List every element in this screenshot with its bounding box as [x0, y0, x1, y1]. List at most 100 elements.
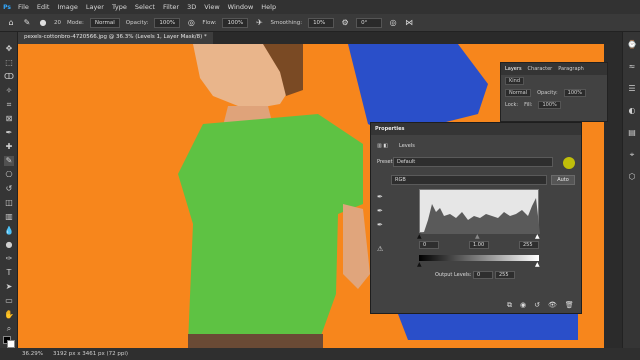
healing-brush-tool-icon[interactable]: ✚ — [4, 142, 14, 152]
marquee-tool-icon[interactable]: ⬚ — [4, 58, 14, 68]
eraser-tool-icon[interactable]: ◫ — [4, 198, 14, 208]
type-tool-icon[interactable]: T — [4, 268, 14, 278]
kind-filter-select[interactable]: Kind — [505, 77, 525, 85]
dodge-tool-icon[interactable]: ● — [4, 240, 14, 250]
auto-button[interactable]: Auto — [551, 175, 575, 185]
frame-tool-icon[interactable]: ⊠ — [4, 114, 14, 124]
menu-3d[interactable]: 3D — [183, 3, 200, 11]
white-point-eyedropper-icon[interactable]: ✒ — [377, 221, 385, 229]
options-bar: ⌂ ✎ ● 20 Mode: Normal Opacity: 100% ◎ Fl… — [0, 14, 640, 32]
channel-select[interactable]: RGB — [391, 175, 547, 185]
input-gamma-field[interactable]: 1.00 — [469, 241, 489, 249]
brush-size: 20 — [54, 19, 61, 26]
layers-lock-row: Lock: Fill: 100% — [501, 99, 607, 111]
menu-select[interactable]: Select — [131, 3, 159, 11]
tools-panel: ✥ ⬚ ↀ ✧ ⌗ ⊠ ✒ ✚ ✎ ⎔ ↺ ◫ ▥ 💧 ● ✑ T ➤ ▭ ✋ … — [0, 32, 18, 348]
fill-label: Fill: — [524, 102, 533, 108]
menu-edit[interactable]: Edit — [33, 3, 54, 11]
opacity-label: Opacity: — [125, 19, 149, 26]
zoom-tool-icon[interactable]: ⌕ — [4, 324, 14, 334]
tab-character[interactable]: Character — [528, 66, 553, 72]
path-select-tool-icon[interactable]: ➤ — [4, 282, 14, 292]
menu-type[interactable]: Type — [108, 3, 131, 11]
tab-paragraph[interactable]: Paragraph — [558, 66, 584, 72]
preset-select[interactable]: Default — [393, 157, 553, 167]
output-black-field[interactable]: 0 — [473, 271, 493, 279]
menu-window[interactable]: Window — [224, 3, 258, 11]
tab-layers[interactable]: Layers — [505, 66, 522, 72]
history-brush-tool-icon[interactable]: ↺ — [4, 184, 14, 194]
view-previous-icon[interactable]: ◉ — [520, 301, 526, 310]
shape-tool-icon[interactable]: ▭ — [4, 296, 14, 306]
gradient-tool-icon[interactable]: ▥ — [4, 212, 14, 222]
boy-arm — [343, 204, 370, 289]
clone-stamp-tool-icon[interactable]: ⎔ — [4, 170, 14, 180]
paths-icon[interactable]: ⌖ — [627, 150, 637, 160]
input-white-slider[interactable]: ▲ — [535, 233, 540, 240]
reset-icon[interactable]: ↺ — [534, 301, 540, 310]
output-white-field[interactable]: 255 — [495, 271, 515, 279]
blend-mode-select[interactable]: Normal — [505, 89, 532, 97]
properties-panel-icon[interactable]: ☰ — [627, 84, 637, 94]
history-icon[interactable]: ⌚ — [627, 40, 637, 50]
smoothing-field[interactable]: 10% — [308, 17, 335, 28]
menu-filter[interactable]: Filter — [159, 3, 183, 11]
output-white-slider[interactable]: ▲ — [535, 261, 540, 268]
gray-point-eyedropper-icon[interactable]: ✒ — [377, 207, 385, 215]
input-black-slider[interactable]: ▲ — [417, 233, 422, 240]
visibility-eye-icon[interactable]: 👁 — [548, 301, 557, 310]
document-dimensions: 3192 px x 3461 px (72 ppi) — [52, 351, 129, 357]
menu-layer[interactable]: Layer — [82, 3, 108, 11]
crop-tool-icon[interactable]: ⌗ — [4, 100, 14, 110]
opacity-field[interactable]: 100% — [154, 17, 181, 28]
mode-label: Mode: — [67, 19, 84, 26]
zoom-level[interactable]: 36.29% — [22, 351, 43, 357]
preset-label: Preset: — [377, 159, 395, 165]
eyedropper-tool-icon[interactable]: ✒ — [4, 128, 14, 138]
flow-field[interactable]: 100% — [222, 17, 249, 28]
mode-select[interactable]: Normal — [89, 17, 120, 28]
menu-help[interactable]: Help — [257, 3, 280, 11]
pressure-size-icon[interactable]: ◎ — [388, 18, 398, 28]
brush-settings-icon[interactable]: ≈ — [627, 62, 637, 72]
hand-tool-icon[interactable]: ✋ — [4, 310, 14, 320]
brush-tool-icon[interactable]: ✎ — [22, 18, 32, 28]
angle-field[interactable]: 0° — [356, 17, 383, 28]
menu-view[interactable]: View — [200, 3, 223, 11]
symmetry-icon[interactable]: ⋈ — [404, 18, 414, 28]
fill-field[interactable]: 100% — [538, 101, 561, 109]
input-black-field[interactable]: 0 — [419, 241, 439, 249]
document-tab[interactable]: pexels-cottonbro-4720566.jpg @ 36.3% (Le… — [18, 32, 213, 44]
background-color-swatch[interactable] — [7, 340, 15, 348]
layers-blend-row: Normal Opacity: 100% — [501, 87, 607, 99]
libraries-icon[interactable]: ▤ — [627, 128, 637, 138]
airbrush-icon[interactable]: ✈ — [254, 18, 264, 28]
brush-preset-icon[interactable]: ● — [38, 18, 48, 28]
input-white-field[interactable]: 255 — [519, 241, 539, 249]
pressure-opacity-icon[interactable]: ◎ — [186, 18, 196, 28]
brush-tool-icon[interactable]: ✎ — [4, 156, 14, 166]
output-black-slider[interactable]: ▲ — [417, 261, 422, 268]
delete-trash-icon[interactable]: 🗑 — [565, 301, 574, 310]
blur-tool-icon[interactable]: 💧 — [4, 226, 14, 236]
pen-tool-icon[interactable]: ✑ — [4, 254, 14, 264]
lasso-tool-icon[interactable]: ↀ — [4, 72, 14, 82]
menu-file[interactable]: File — [14, 3, 33, 11]
menu-image[interactable]: Image — [53, 3, 81, 11]
properties-panel: Properties ▥ ◧ Levels Preset: Default RG… — [370, 122, 582, 314]
flow-label: Flow: — [202, 19, 217, 26]
layers-filter-row: Kind — [501, 75, 607, 87]
quick-select-tool-icon[interactable]: ✧ — [4, 86, 14, 96]
3d-icon[interactable]: ⬡ — [627, 172, 637, 182]
input-gamma-slider[interactable]: ▲ — [475, 233, 480, 240]
properties-title: Properties — [371, 123, 581, 135]
layer-opacity-field[interactable]: 100% — [563, 89, 586, 97]
clipping-warning-icon[interactable]: ⚠ — [377, 245, 385, 253]
document-tab-bar: pexels-cottonbro-4720566.jpg @ 36.3% (Le… — [18, 32, 610, 44]
move-tool-icon[interactable]: ✥ — [4, 44, 14, 54]
settings-gear-icon[interactable]: ⚙ — [340, 18, 350, 28]
adjustments-icon[interactable]: ◐ — [627, 106, 637, 116]
home-icon[interactable]: ⌂ — [6, 18, 16, 28]
clip-to-layer-icon[interactable]: ⧉ — [507, 301, 512, 310]
black-point-eyedropper-icon[interactable]: ✒ — [377, 193, 385, 201]
